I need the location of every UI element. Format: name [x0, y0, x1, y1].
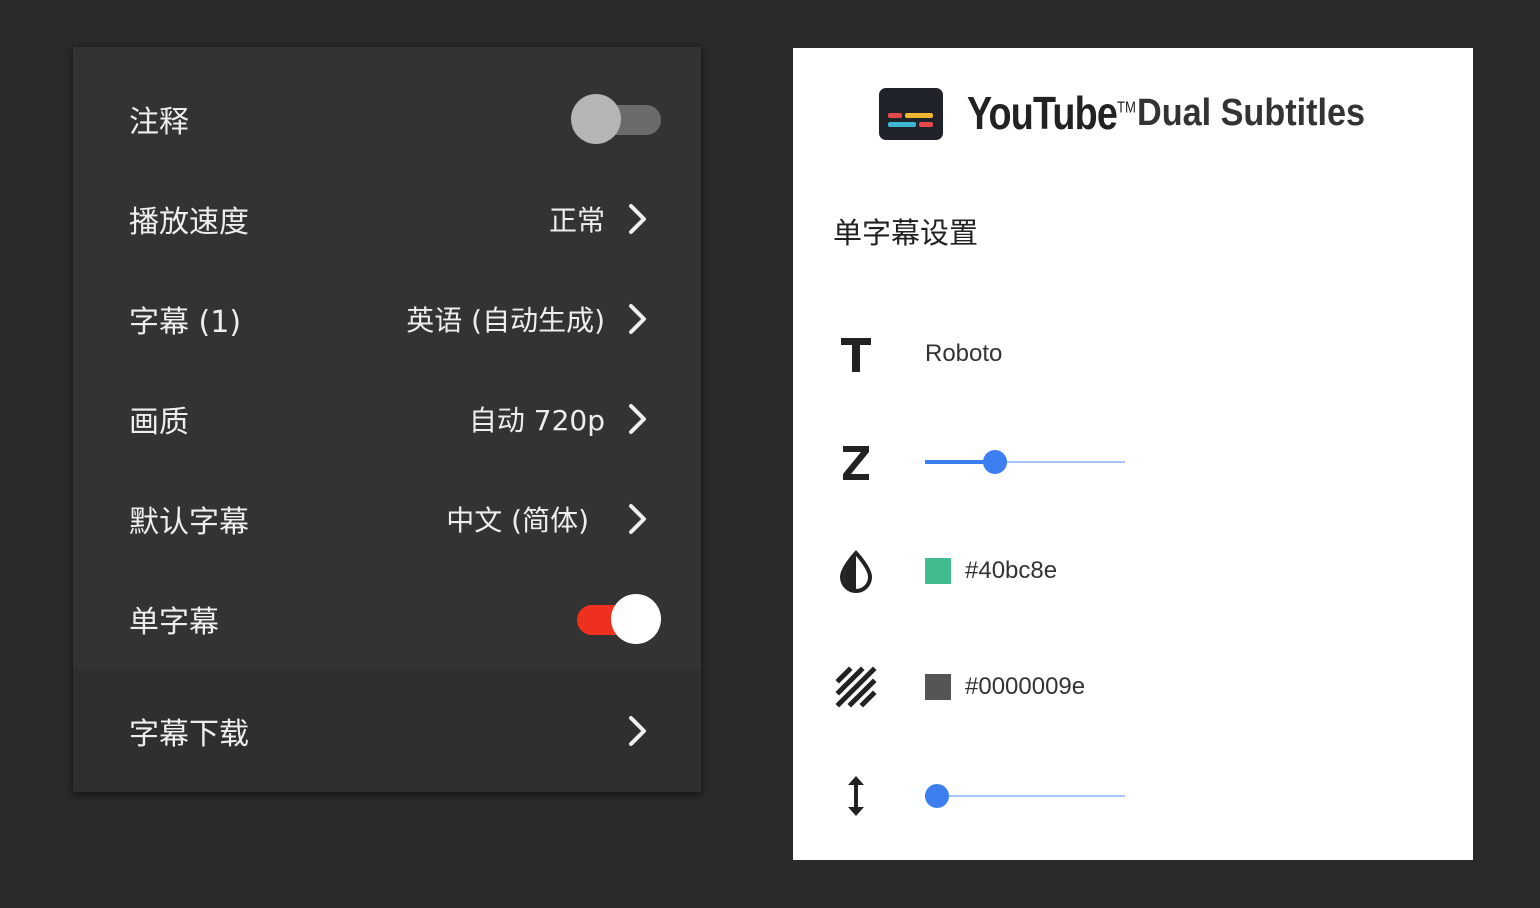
- menu-item-label: 默认字幕: [129, 505, 249, 540]
- product-name: Dual Subtitles: [1137, 92, 1366, 134]
- toggle-knob: [571, 94, 621, 144]
- extension-popup: YouTubeTM Dual Subtitles 单字幕设置 Roboto #4…: [793, 48, 1473, 860]
- menu-item-subtitle-download[interactable]: 字幕下载: [73, 669, 701, 792]
- menu-item-playback-speed[interactable]: 播放速度 正常: [73, 169, 701, 269]
- menu-item-label: 单字幕: [129, 605, 219, 640]
- section-title: 单字幕设置: [833, 216, 979, 250]
- menu-item-label: 字幕下载: [129, 716, 249, 752]
- font-size-slider[interactable]: [925, 449, 1125, 475]
- text-font-icon: [841, 338, 871, 372]
- slider-thumb[interactable]: [983, 450, 1007, 474]
- text-color-row: #40bc8e: [833, 541, 1433, 601]
- menu-item-value: 英语 (自动生成): [406, 304, 605, 337]
- menu-item-label: 播放速度: [129, 205, 249, 240]
- chevron-right-icon: [629, 404, 646, 434]
- chevron-right-icon: [629, 504, 646, 534]
- hatch-pattern-icon: [835, 666, 877, 708]
- menu-item-label: 画质: [129, 405, 189, 440]
- menu-item-label: 字幕 (1): [129, 305, 242, 340]
- menu-item-value: 中文 (简体): [446, 504, 589, 537]
- subtitles-logo-icon: [879, 88, 943, 140]
- font-select[interactable]: Roboto: [925, 340, 1002, 368]
- brand-name: YouTubeTM: [967, 87, 1136, 139]
- vertical-arrows-icon: [848, 776, 864, 816]
- vertical-position-slider[interactable]: [925, 783, 1125, 809]
- text-color-value: #40bc8e: [965, 557, 1058, 584]
- background-color-row: #0000009e: [833, 657, 1433, 717]
- menu-item-default-subtitle[interactable]: 默认字幕 中文 (简体): [73, 469, 701, 569]
- background-color-swatch[interactable]: [925, 674, 951, 700]
- chevron-right-icon: [629, 304, 646, 334]
- menu-item-single-subtitle[interactable]: 单字幕: [73, 569, 701, 669]
- text-color-swatch[interactable]: [925, 558, 951, 584]
- font-row: Roboto: [833, 324, 1433, 384]
- chevron-right-icon: [629, 204, 646, 234]
- background-color-value: #0000009e: [965, 673, 1086, 700]
- size-row: [833, 432, 1433, 492]
- slider-rail: [925, 795, 1125, 797]
- menu-item-subtitles[interactable]: 字幕 (1) 英语 (自动生成): [73, 269, 701, 369]
- slider-thumb[interactable]: [925, 784, 949, 808]
- player-settings-menu: 注释 播放速度 正常 字幕 (1) 英语 (自动生成) 画质 自动 720p 默…: [73, 47, 701, 792]
- extension-header: YouTubeTM Dual Subtitles: [879, 87, 1459, 140]
- menu-item-quality[interactable]: 画质 自动 720p: [73, 369, 701, 469]
- single-subtitle-toggle[interactable]: [571, 593, 663, 645]
- vertical-position-row: [833, 766, 1433, 826]
- menu-item-annotations[interactable]: 注释: [73, 69, 701, 169]
- chevron-right-icon: [629, 715, 646, 746]
- toggle-knob: [611, 594, 661, 644]
- menu-item-value: 自动 720p: [468, 404, 605, 437]
- menu-item-label: 注释: [129, 105, 189, 140]
- z-size-icon: [843, 446, 869, 480]
- annotations-toggle[interactable]: [571, 93, 663, 145]
- contrast-drop-icon: [839, 550, 873, 593]
- menu-item-value: 正常: [548, 204, 605, 237]
